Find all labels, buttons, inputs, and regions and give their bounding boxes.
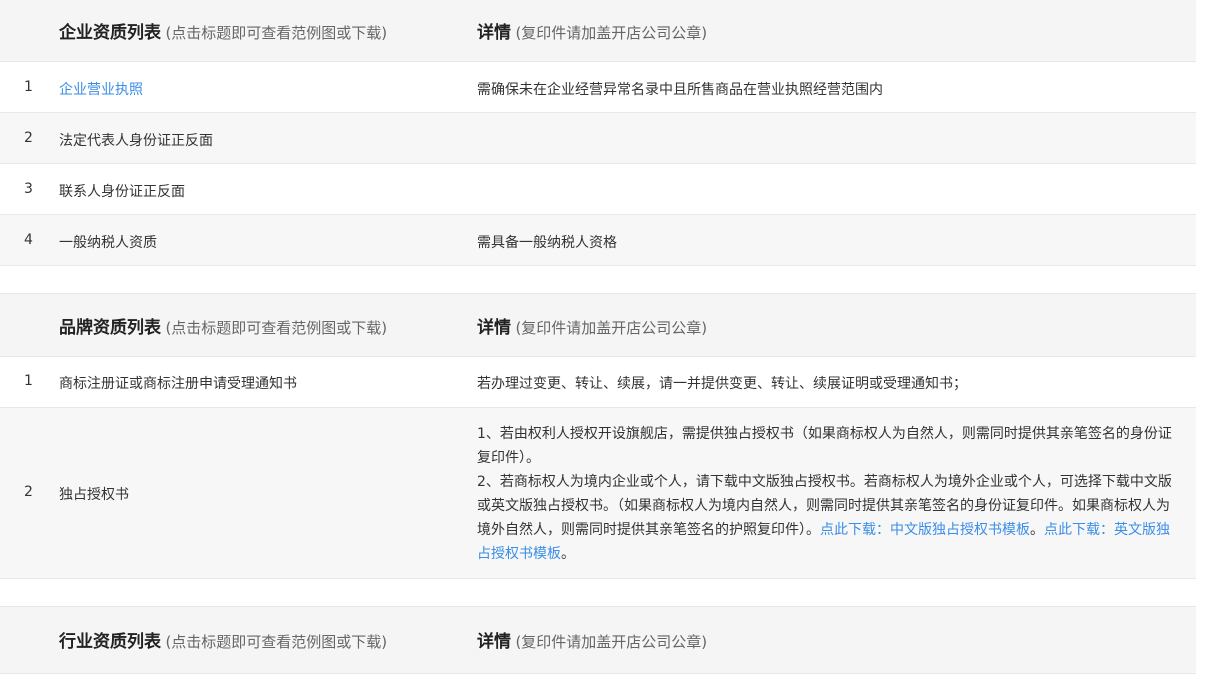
row-index: 3 [24, 181, 33, 197]
link-separator: 。 [1030, 522, 1044, 538]
brand-list-hint: (点击标题即可查看范例图或下载) [165, 319, 388, 337]
exclusive-license-detail: 1、若由权利人授权开设旗舰店，需提供独占授权书（如果商标权人为自然人，则需同时提… [477, 422, 1177, 566]
company-list-hint: (点击标题即可查看范例图或下载) [165, 24, 388, 42]
industry-detail-title: 详情 [477, 632, 511, 652]
brand-list-title: 品牌资质列表 [59, 318, 161, 338]
row-detail: 若办理过变更、转让、续展，请一并提供变更、转让、续展证明或受理通知书； [477, 376, 967, 392]
company-list-title: 企业资质列表 [59, 23, 161, 43]
industry-detail-hint: (复印件请加盖开店公司公章) [515, 633, 708, 651]
row-detail: 需具备一般纳税人资格 [477, 235, 617, 251]
brand-detail-hint: (复印件请加盖开店公司公章) [515, 319, 708, 337]
brand-detail-title: 详情 [477, 318, 511, 338]
detail-line-2: 2、若商标权人为境内企业或个人，请下载中文版独占授权书。若商标权人为境外企业或个… [477, 470, 1177, 566]
detail-line-1: 1、若由权利人授权开设旗舰店，需提供独占授权书（如果商标权人为自然人，则需同时提… [477, 426, 1172, 466]
brand-detail-heading: 详情 (复印件请加盖开店公司公章) [477, 313, 707, 338]
table-row: 2 独占授权书 1、若由权利人授权开设旗舰店，需提供独占授权书（如果商标权人为自… [0, 408, 1196, 579]
row-index: 4 [24, 232, 33, 248]
business-license-link[interactable]: 企业营业执照 [59, 79, 143, 99]
company-list-heading: 企业资质列表 (点击标题即可查看范例图或下载) [59, 18, 387, 43]
row-name[interactable]: 商标注册证或商标注册申请受理通知书 [59, 373, 297, 393]
row-name[interactable]: 法定代表人身份证正反面 [59, 130, 213, 150]
industry-list-hint: (点击标题即可查看范例图或下载) [165, 633, 388, 651]
brand-table-header: 品牌资质列表 (点击标题即可查看范例图或下载) 详情 (复印件请加盖开店公司公章… [0, 293, 1196, 357]
link-end: 。 [561, 546, 575, 562]
download-cn-template-link[interactable]: 点此下载：中文版独占授权书模板 [820, 522, 1030, 538]
industry-table-header: 行业资质列表 (点击标题即可查看范例图或下载) 详情 (复印件请加盖开店公司公章… [0, 606, 1196, 674]
row-name[interactable]: 联系人身份证正反面 [59, 181, 185, 201]
industry-detail-heading: 详情 (复印件请加盖开店公司公章) [477, 627, 707, 652]
table-row: 2 法定代表人身份证正反面 [0, 113, 1196, 164]
table-row: 4 一般纳税人资质 需具备一般纳税人资格 [0, 215, 1196, 266]
table-row: 1 商标注册证或商标注册申请受理通知书 若办理过变更、转让、续展，请一并提供变更… [0, 357, 1196, 408]
company-detail-heading: 详情 (复印件请加盖开店公司公章) [477, 18, 707, 43]
row-index: 1 [24, 79, 33, 95]
row-index: 2 [24, 484, 33, 500]
row-name[interactable]: 一般纳税人资质 [59, 232, 157, 252]
table-row: 1 企业营业执照 需确保未在企业经营异常名录中且所售商品在营业执照经营范围内 [0, 62, 1196, 113]
company-detail-hint: (复印件请加盖开店公司公章) [515, 24, 708, 42]
company-table-header: 企业资质列表 (点击标题即可查看范例图或下载) 详情 (复印件请加盖开店公司公章… [0, 0, 1196, 62]
company-detail-title: 详情 [477, 23, 511, 43]
row-index: 1 [24, 373, 33, 389]
row-index: 2 [24, 130, 33, 146]
row-detail: 需确保未在企业经营异常名录中且所售商品在营业执照经营范围内 [477, 82, 883, 98]
industry-list-title: 行业资质列表 [59, 632, 161, 652]
industry-list-heading: 行业资质列表 (点击标题即可查看范例图或下载) [59, 627, 387, 652]
brand-list-heading: 品牌资质列表 (点击标题即可查看范例图或下载) [59, 313, 387, 338]
table-row: 3 联系人身份证正反面 [0, 164, 1196, 215]
row-name[interactable]: 独占授权书 [59, 484, 129, 504]
